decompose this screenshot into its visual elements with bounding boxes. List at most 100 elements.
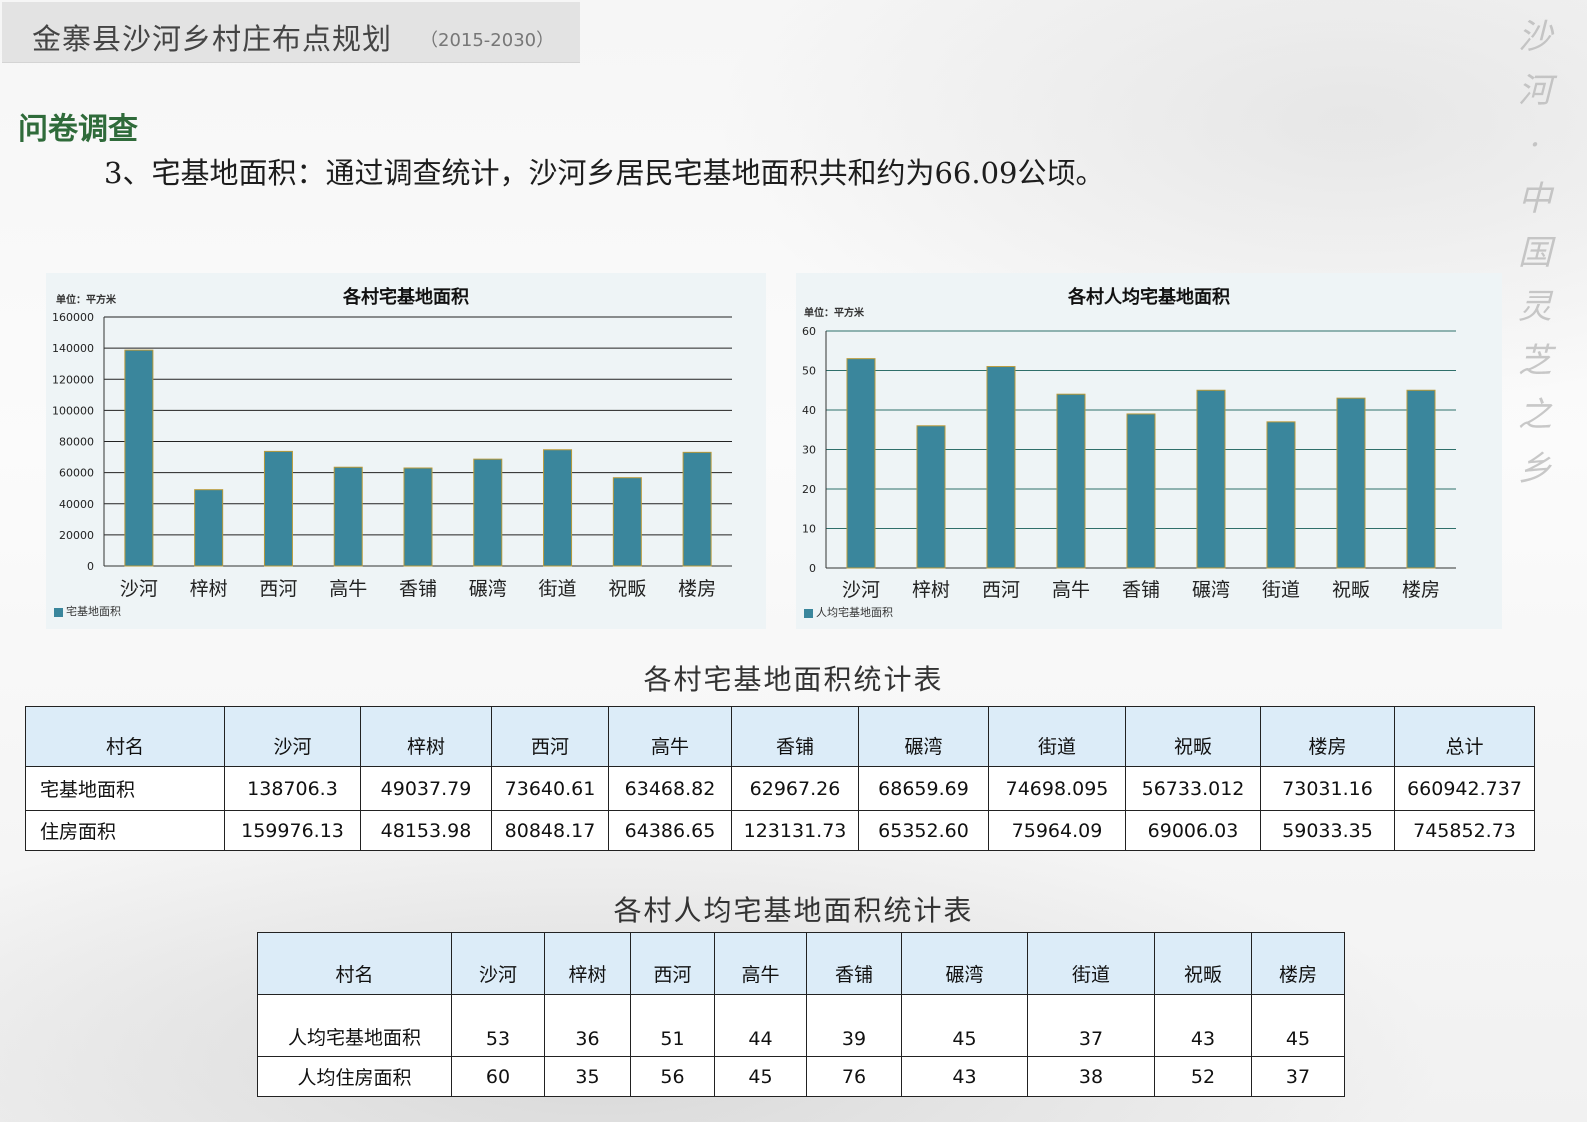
x-category-label: 高牛 <box>329 578 367 600</box>
table-header-cell: 西河 <box>630 932 715 995</box>
table-cell: 138706.3 <box>224 766 361 811</box>
table-header-cell: 总计 <box>1394 706 1535 767</box>
table-cell: 56733.012 <box>1125 766 1261 811</box>
x-category-label: 梓树 <box>190 578 228 600</box>
table-header-row: 村名 沙河 梓树 西河 高牛 香铺 碾湾 街道 祝畈 楼房 总计 <box>25 706 1535 767</box>
table-cell: 159976.13 <box>224 810 361 851</box>
table-cell: 36 <box>544 994 631 1057</box>
legend-label: 宅基地面积 <box>66 605 121 618</box>
table-header-cell: 楼房 <box>1260 706 1395 767</box>
table-cell: 69006.03 <box>1125 810 1261 851</box>
table-header-cell: 香铺 <box>731 706 859 767</box>
table-header-cell: 高牛 <box>608 706 732 767</box>
motto-char: 沙 <box>1518 17 1552 57</box>
table-cell: 45 <box>714 1056 807 1097</box>
table-row: 住房面积 159976.13 48153.98 80848.17 64386.6… <box>25 810 1535 851</box>
table-row-label: 人均住房面积 <box>257 1056 452 1097</box>
table-cell: 48153.98 <box>360 810 492 851</box>
table-header-cell: 祝畈 <box>1125 706 1261 767</box>
y-tick-label: 10 <box>802 523 816 536</box>
table-header-cell: 村名 <box>257 932 452 995</box>
bar <box>1196 389 1226 569</box>
bar <box>846 358 876 569</box>
table-cell: 123131.73 <box>731 810 859 851</box>
table-cell: 660942.737 <box>1394 766 1535 811</box>
table-cell: 60 <box>451 1056 545 1097</box>
chart-per-capita-homestead-area: 各村人均宅基地面积 单位：平方米 60 50 40 30 20 10 0 沙河 梓树 西河 高牛 香铺… <box>796 273 1502 629</box>
legend-swatch <box>54 607 63 617</box>
table-cell: 37 <box>1027 994 1155 1057</box>
bar <box>1126 413 1156 569</box>
table-cell: 37 <box>1251 1056 1345 1097</box>
bar <box>612 477 642 567</box>
table-cell: 38 <box>1027 1056 1155 1097</box>
table-cell: 64386.65 <box>608 810 732 851</box>
table-header-cell: 碾湾 <box>858 706 989 767</box>
y-tick-label: 60 <box>802 325 816 338</box>
x-category-label: 街道 <box>1262 579 1300 601</box>
table-cell: 35 <box>544 1056 631 1097</box>
table-cell: 745852.73 <box>1394 810 1535 851</box>
chart-plot: 60 50 40 30 20 10 0 沙河 梓树 西河 高牛 香铺 碾湾 街道 祝畈 楼房 <box>802 325 1456 601</box>
table-cell: 65352.60 <box>858 810 989 851</box>
table-cell: 39 <box>806 994 902 1057</box>
table-cell: 73640.61 <box>491 766 609 811</box>
y-tick-label: 30 <box>802 444 816 457</box>
bar <box>403 467 433 567</box>
table-cell: 75964.09 <box>988 810 1126 851</box>
table-row-label: 人均宅基地面积 <box>257 994 452 1057</box>
bar <box>1056 393 1086 569</box>
table-row: 宅基地面积 138706.3 49037.79 73640.61 63468.8… <box>25 766 1535 811</box>
table-cell: 53 <box>451 994 545 1057</box>
section-title: 问卷调查 <box>18 112 138 147</box>
table-cell: 45 <box>1251 994 1345 1057</box>
legend-label: 人均宅基地面积 <box>816 606 893 619</box>
x-category-label: 碾湾 <box>1192 579 1230 601</box>
table1-title: 各村宅基地面积统计表 <box>643 663 944 696</box>
bar <box>543 449 573 567</box>
legend-swatch <box>804 608 813 618</box>
table-cell: 68659.69 <box>858 766 989 811</box>
table-row-label: 住房面积 <box>25 810 225 851</box>
y-tick-label: 160000 <box>52 311 94 324</box>
table-cell: 76 <box>806 1056 902 1097</box>
x-category-label: 梓树 <box>912 579 950 601</box>
table-header-cell: 街道 <box>1027 932 1155 995</box>
x-category-label: 楼房 <box>678 578 716 600</box>
bar <box>1406 389 1436 569</box>
x-category-label: 沙河 <box>120 578 158 600</box>
table-cell: 73031.16 <box>1260 766 1395 811</box>
chart-plot: 160000 140000 120000 100000 80000 60000 40000 2… <box>52 311 732 600</box>
y-tick-label: 120000 <box>52 373 94 386</box>
table-header-cell: 梓树 <box>544 932 631 995</box>
y-tick-label: 40000 <box>59 498 94 511</box>
table-row: 人均住房面积 60 35 56 45 76 43 38 52 37 <box>257 1056 1345 1097</box>
table-cell: 52 <box>1154 1056 1252 1097</box>
homestead-area-table: 村名 沙河 梓树 西河 高牛 香铺 碾湾 街道 祝畈 楼房 总计 宅基地面积 1… <box>25 706 1535 851</box>
table-header-cell: 沙河 <box>224 706 361 767</box>
x-category-label: 沙河 <box>842 579 880 601</box>
vertical-motto: 沙 河 · 中 国 灵 芝 之 乡 <box>1510 10 1560 496</box>
bar <box>194 489 224 567</box>
bar <box>124 349 154 567</box>
motto-char: 乡 <box>1518 449 1552 489</box>
x-category-label: 碾湾 <box>469 578 507 600</box>
table-cell: 43 <box>901 1056 1028 1097</box>
table-header-cell: 村名 <box>25 706 225 767</box>
y-tick-label: 0 <box>87 560 94 573</box>
table-row: 人均宅基地面积 53 36 51 44 39 45 37 43 45 <box>257 994 1345 1057</box>
table-header-cell: 香铺 <box>806 932 902 995</box>
x-category-label: 西河 <box>982 579 1020 601</box>
header-years: （2015-2030） <box>420 30 555 51</box>
table-header-cell: 西河 <box>491 706 609 767</box>
table-cell: 43 <box>1154 994 1252 1057</box>
motto-char: · <box>1529 125 1541 165</box>
intro-text: 3、宅基地面积：通过调查统计，沙河乡居民宅基地面积共和约为66.09公顷。 <box>104 156 1105 190</box>
x-category-label: 香铺 <box>1122 579 1160 601</box>
table-header-cell: 街道 <box>988 706 1126 767</box>
table-cell: 49037.79 <box>360 766 492 811</box>
table-cell: 74698.095 <box>988 766 1126 811</box>
table-cell: 63468.82 <box>608 766 732 811</box>
bar <box>1336 397 1366 569</box>
x-category-label: 祝畈 <box>1332 579 1370 601</box>
